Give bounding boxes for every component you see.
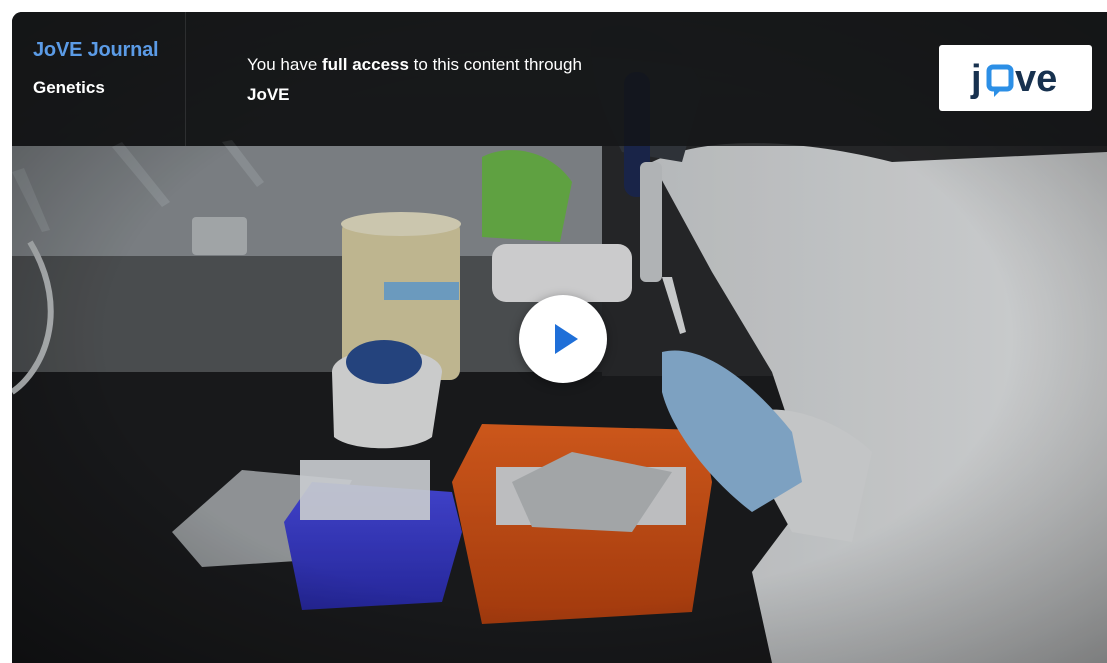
section-name[interactable]: Genetics <box>33 78 105 98</box>
jove-logo-mark: j ve <box>970 58 1057 100</box>
logo-j: j <box>970 58 982 100</box>
content-access-bar: JoVE Journal Genetics You have full acce… <box>12 12 1107 146</box>
speech-bubble-icon <box>986 64 1014 97</box>
journal-title[interactable]: JoVE Journal <box>33 39 159 62</box>
access-suffix: to this content through <box>408 55 582 74</box>
jove-logo[interactable]: j ve <box>939 45 1092 111</box>
logo-ve: ve <box>1015 58 1057 100</box>
play-icon <box>555 324 578 354</box>
play-button[interactable] <box>519 295 607 383</box>
access-institution: JoVE <box>247 85 290 104</box>
journal-info: JoVE Journal Genetics <box>12 12 186 146</box>
video-player[interactable]: JoVE Journal Genetics You have full acce… <box>12 12 1107 663</box>
access-message: You have full access to this content thr… <box>247 50 687 110</box>
access-prefix: You have <box>247 55 322 74</box>
access-emphasis: full access <box>322 55 409 74</box>
